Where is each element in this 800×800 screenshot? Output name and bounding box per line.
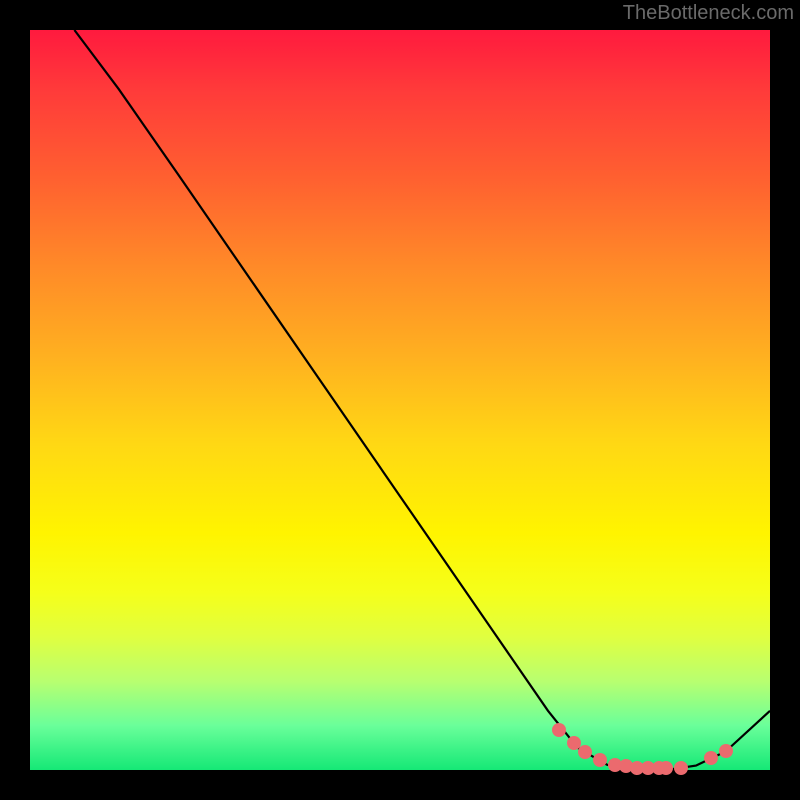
marker-dot: [719, 744, 733, 758]
line-chart-svg: [30, 30, 770, 770]
marker-dot: [552, 723, 566, 737]
curve-path: [74, 30, 770, 770]
marker-dot: [704, 751, 718, 765]
attribution-text: TheBottleneck.com: [623, 2, 794, 25]
plot-area: [30, 30, 770, 770]
marker-dot: [578, 745, 592, 759]
marker-dot: [659, 761, 673, 775]
marker-dot: [674, 761, 688, 775]
marker-dot: [593, 753, 607, 767]
